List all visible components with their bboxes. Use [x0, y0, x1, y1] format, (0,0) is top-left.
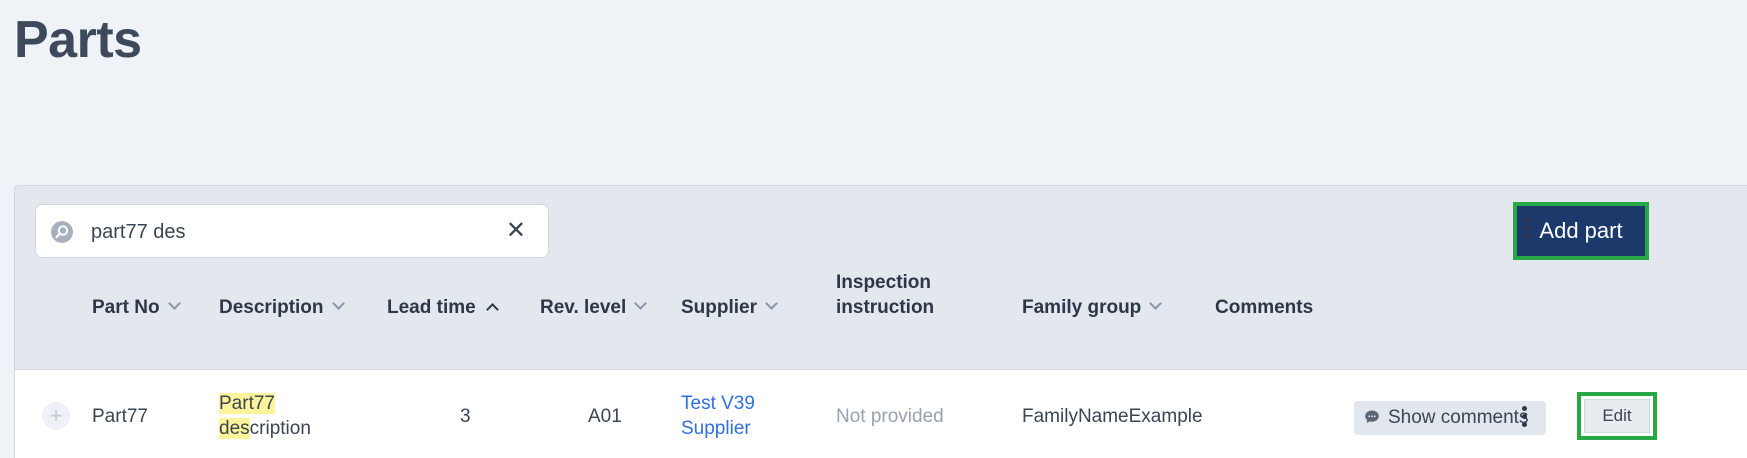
column-header-family-group[interactable]: Family group	[1022, 295, 1163, 320]
column-header-supplier[interactable]: Supplier	[681, 295, 778, 320]
column-header-comments: Comments	[1215, 297, 1314, 318]
cell-inspection-instruction: Not provided	[836, 406, 944, 427]
chevron-down-icon	[331, 297, 345, 310]
column-header-rev-level[interactable]: Rev. level	[540, 295, 648, 320]
chevron-down-icon	[167, 297, 181, 310]
close-icon[interactable]: ✕	[506, 216, 526, 245]
page-title: Parts	[14, 11, 142, 69]
cell-rev-level: A01	[588, 406, 622, 427]
chevron-down-icon	[634, 297, 648, 310]
cell-description: Part77 description	[219, 393, 311, 439]
more-vertical-icon[interactable]	[1518, 214, 1538, 244]
table-row: + Part77 Part77 description 3 A01 Test V…	[15, 369, 1747, 458]
parts-table-panel: part77 des ✕ Add part Part No Descriptio…	[14, 185, 1747, 458]
chevron-up-icon	[485, 303, 499, 316]
comment-icon	[1365, 410, 1379, 423]
cell-lead-time: 3	[460, 406, 471, 427]
search-value[interactable]: part77 des	[91, 221, 186, 244]
search-input[interactable]: part77 des ✕	[35, 204, 549, 258]
supplier-link[interactable]: Test V39 Supplier	[681, 391, 755, 441]
edit-button[interactable]: Edit	[1577, 392, 1657, 440]
chevron-down-icon	[765, 297, 778, 310]
column-header-part-no[interactable]: Part No	[92, 295, 181, 320]
plus-icon[interactable]: +	[42, 402, 70, 430]
more-vertical-icon[interactable]	[1514, 403, 1534, 433]
cell-part-no: Part77	[92, 406, 148, 427]
column-header-description[interactable]: Description	[219, 295, 345, 320]
chevron-down-icon	[1149, 297, 1163, 310]
cell-family-group: FamilyNameExample	[1022, 406, 1203, 427]
search-icon	[51, 221, 73, 243]
edit-label: Edit	[1584, 399, 1650, 433]
column-header-inspection-instruction: Inspection instruction	[836, 272, 935, 318]
column-header-lead-time[interactable]: Lead time	[387, 295, 499, 320]
